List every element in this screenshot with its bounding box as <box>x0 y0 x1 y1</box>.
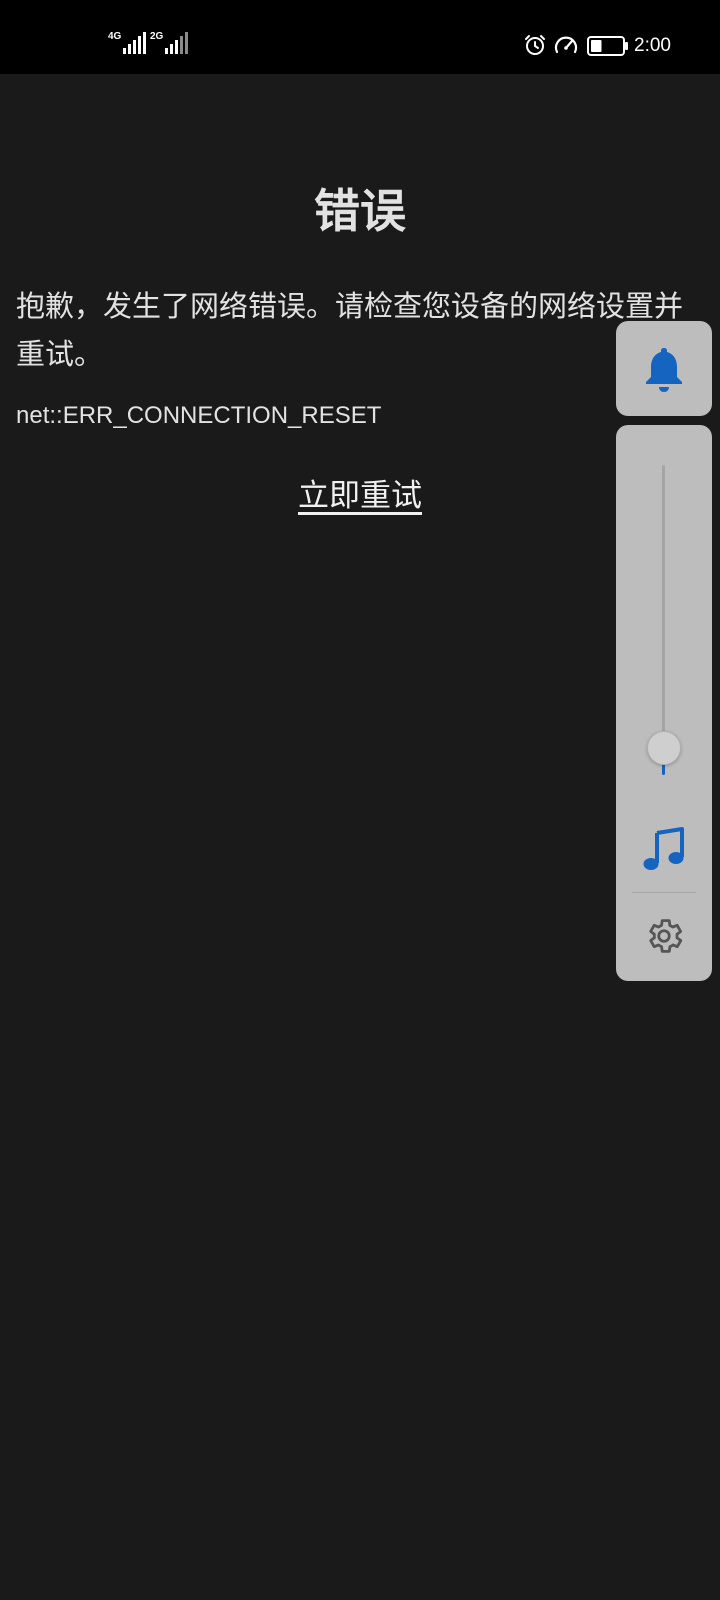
page-title: 错误 <box>314 184 406 238</box>
signal-bars-icon <box>123 32 147 54</box>
sim2-signal: 2G <box>150 31 189 54</box>
gear-icon[interactable] <box>643 915 685 957</box>
ringer-mode-button[interactable] <box>616 321 712 416</box>
sim2-network-type: 2G <box>150 31 164 42</box>
alarm-icon <box>525 35 545 55</box>
volume-slider-thumb[interactable] <box>647 730 681 765</box>
battery-icon <box>587 36 628 56</box>
volume-slider-track[interactable] <box>662 465 665 775</box>
error-code: net::ERR_CONNECTION_RESET <box>16 402 382 429</box>
error-message: 抱歉，发生了网络错误。请检查您设备的网络设置并重试。 <box>16 289 684 371</box>
signal-bars-icon <box>165 32 189 54</box>
status-bar: 4G 2G 2:00 <box>0 0 720 74</box>
panel-divider <box>632 892 696 893</box>
volume-panel <box>616 425 712 981</box>
sim1-network-type: 4G <box>108 31 122 42</box>
clock: 2:00 <box>634 35 671 56</box>
screen: 4G 2G 2:00 错误 抱歉，发生了网络错误。请检查您设备的网络设置并重试。… <box>0 0 720 1600</box>
bell-icon <box>646 347 682 392</box>
retry-link[interactable]: 立即重试 <box>0 470 720 515</box>
speedometer-icon <box>554 36 578 54</box>
music-note-icon[interactable] <box>640 825 688 873</box>
sim1-signal: 4G <box>108 31 147 54</box>
